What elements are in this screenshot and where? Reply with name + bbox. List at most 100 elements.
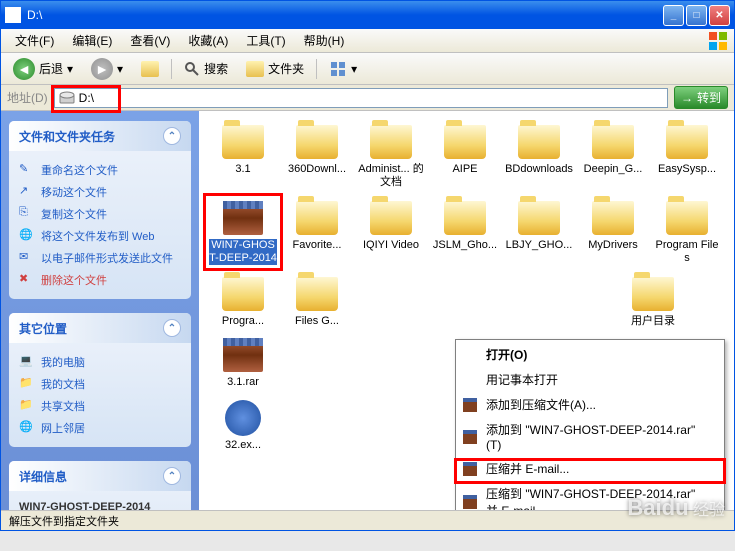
dropdown-icon: ▾ <box>351 62 357 76</box>
menu-tools[interactable]: 工具(T) <box>238 30 293 51</box>
file-item[interactable]: Favorite... <box>281 197 353 267</box>
folder-icon <box>296 125 338 159</box>
place-computer[interactable]: 💻我的电脑 <box>19 351 181 373</box>
folder-icon <box>296 201 338 235</box>
place-documents[interactable]: 📁我的文档 <box>19 373 181 395</box>
context-menu-item[interactable]: 打开(O) <box>458 342 722 367</box>
context-menu-item[interactable]: 用记事本打开 <box>458 367 722 392</box>
file-label: 32.ex... <box>225 439 261 452</box>
menu-favorites[interactable]: 收藏(A) <box>180 30 236 51</box>
file-label: IQIYI Video <box>363 239 419 252</box>
file-item[interactable]: 3.1.rar <box>207 334 279 391</box>
folder-icon <box>518 125 560 159</box>
folder-icon <box>444 201 486 235</box>
window-icon <box>5 7 21 23</box>
file-label: JSLM_Gho... <box>433 239 497 252</box>
rar-icon <box>462 461 478 477</box>
maximize-button[interactable]: □ <box>686 5 707 26</box>
context-menu-item[interactable]: 压缩并 E-mail... <box>458 456 722 481</box>
menubar: 文件(F) 编辑(E) 查看(V) 收藏(A) 工具(T) 帮助(H) <box>1 29 734 53</box>
file-label: Favorite... <box>293 239 342 252</box>
places-title: 其它位置 <box>19 320 67 337</box>
task-email[interactable]: ✉以电子邮件形式发送此文件 <box>19 247 181 269</box>
details-header[interactable]: 详细信息 ⌃ <box>9 461 191 491</box>
file-item[interactable]: Files G... <box>281 273 353 330</box>
task-rename[interactable]: ✎重命名这个文件 <box>19 159 181 181</box>
file-item[interactable]: Program Files <box>651 197 723 267</box>
back-icon: ◄ <box>13 58 35 80</box>
exe-icon <box>225 400 261 436</box>
context-menu-item[interactable]: 添加到压缩文件(A)... <box>458 392 722 417</box>
file-item[interactable]: LBJY_GHO... <box>503 197 575 267</box>
file-item[interactable]: IQIYI Video <box>355 197 427 267</box>
mail-icon: ✉ <box>19 250 35 266</box>
task-publish[interactable]: 🌐将这个文件发布到 Web <box>19 225 181 247</box>
file-item[interactable]: AIPE <box>429 121 501 191</box>
statusbar: 解压文件到指定文件夹 <box>1 510 734 530</box>
file-label: AIPE <box>452 163 477 176</box>
up-button[interactable] <box>135 59 165 79</box>
file-item[interactable]: 360Downl... <box>281 121 353 191</box>
rar-icon <box>223 201 263 235</box>
rar-icon <box>462 429 478 445</box>
folder-icon <box>444 125 486 159</box>
file-item[interactable]: 用户目录 <box>617 273 689 330</box>
shared-icon: 📁 <box>19 398 35 414</box>
places-header[interactable]: 其它位置 ⌃ <box>9 313 191 343</box>
folder-icon <box>222 277 264 311</box>
file-item[interactable]: Administ... 的文档 <box>355 121 427 191</box>
collapse-icon: ⌃ <box>163 319 181 337</box>
place-shared[interactable]: 📁共享文档 <box>19 395 181 417</box>
rar-icon <box>462 397 478 413</box>
file-item[interactable]: 32.ex... <box>207 397 279 454</box>
file-label: Files G... <box>295 315 339 328</box>
task-copy[interactable]: ⎘复制这个文件 <box>19 203 181 225</box>
menu-help[interactable]: 帮助(H) <box>296 30 353 51</box>
context-menu-item[interactable]: 添加到 "WIN7-GHOST-DEEP-2014.rar"(T) <box>458 417 722 456</box>
move-icon: ↗ <box>19 184 35 200</box>
folder-icon <box>592 201 634 235</box>
titlebar: D:\ _ □ ✕ <box>1 1 734 29</box>
file-item[interactable]: MyDrivers <box>577 197 649 267</box>
folder-icon <box>666 125 708 159</box>
details-filename: WIN7-GHOST-DEEP-2014 <box>19 499 181 510</box>
back-label: 后退 <box>39 60 63 77</box>
menu-file[interactable]: 文件(F) <box>7 30 62 51</box>
file-item-selected[interactable]: WIN7-GHOST-DEEP-2014 <box>207 197 279 267</box>
file-label: 360Downl... <box>288 163 346 176</box>
sidebar: 文件和文件夹任务 ⌃ ✎重命名这个文件 ↗移动这个文件 ⎘复制这个文件 🌐将这个… <box>1 111 199 510</box>
file-item[interactable]: EasySysp... <box>651 121 723 191</box>
address-field[interactable]: D:\ <box>54 88 668 108</box>
forward-button[interactable]: ► ▾ <box>85 56 129 82</box>
drive-icon <box>59 91 75 105</box>
views-button[interactable]: ▾ <box>323 58 363 80</box>
file-item[interactable]: Deepin_G... <box>577 121 649 191</box>
place-network[interactable]: 🌐网上邻居 <box>19 417 181 439</box>
dropdown-icon: ▾ <box>67 62 73 76</box>
file-item[interactable]: JSLM_Gho... <box>429 197 501 267</box>
places-panel: 其它位置 ⌃ 💻我的电脑 📁我的文档 📁共享文档 🌐网上邻居 <box>9 313 191 447</box>
folders-button[interactable]: 文件夹 <box>240 58 310 79</box>
task-delete[interactable]: ✖删除这个文件 <box>19 269 181 291</box>
minimize-button[interactable]: _ <box>663 5 684 26</box>
file-item[interactable]: 3.1 <box>207 121 279 191</box>
folder-icon <box>632 277 674 311</box>
file-list[interactable]: 3.1 360Downl... Administ... 的文档 AIPE BDdownl… <box>199 111 734 510</box>
menu-view[interactable]: 查看(V) <box>122 30 178 51</box>
search-button[interactable]: 搜索 <box>178 58 234 79</box>
web-icon: 🌐 <box>19 228 35 244</box>
back-button[interactable]: ◄ 后退 ▾ <box>7 56 79 82</box>
file-label: EasySysp... <box>658 163 716 176</box>
window-title: D:\ <box>27 8 663 22</box>
file-label: Progra... <box>222 315 264 328</box>
file-item[interactable]: Progra... <box>207 273 279 330</box>
file-item[interactable]: BDdownloads <box>503 121 575 191</box>
go-button[interactable]: → 转到 <box>674 86 728 109</box>
tasks-header[interactable]: 文件和文件夹任务 ⌃ <box>9 121 191 151</box>
task-move[interactable]: ↗移动这个文件 <box>19 181 181 203</box>
menu-edit[interactable]: 编辑(E) <box>64 30 120 51</box>
file-label: WIN7-GHOST-DEEP-2014 <box>209 239 277 265</box>
context-menu-item[interactable]: 压缩到 "WIN7-GHOST-DEEP-2014.rar" 并 E-mail <box>458 481 722 510</box>
collapse-icon: ⌃ <box>163 127 181 145</box>
close-button[interactable]: ✕ <box>709 5 730 26</box>
